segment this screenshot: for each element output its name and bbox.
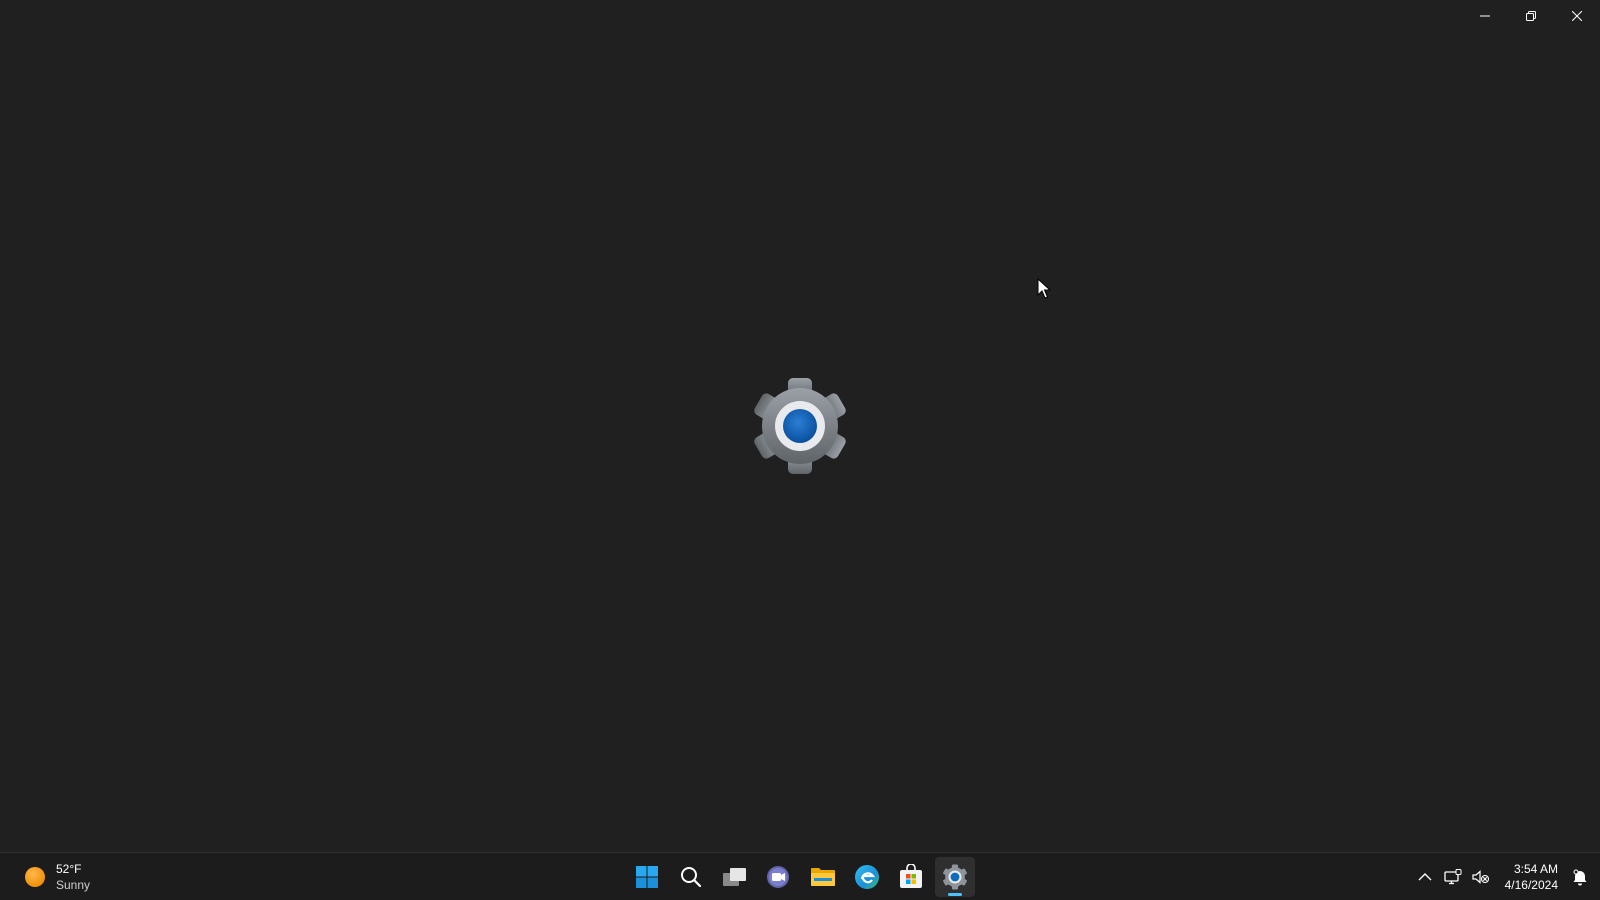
volume-button[interactable]: [1469, 865, 1493, 889]
close-icon: [1572, 11, 1582, 21]
store-button[interactable]: [891, 857, 931, 897]
task-view-icon: [723, 868, 746, 886]
restore-button[interactable]: [1508, 0, 1554, 32]
search-icon: [681, 867, 702, 888]
minimize-icon: [1480, 15, 1490, 17]
notification-bell-icon: [1573, 869, 1587, 886]
edge-icon: [855, 865, 879, 889]
task-view-button[interactable]: [715, 857, 755, 897]
edge-button[interactable]: [847, 857, 887, 897]
sun-icon: [25, 867, 45, 887]
caption-buttons: [1462, 0, 1600, 32]
windows-start-icon: [636, 866, 658, 888]
restore-icon: [1526, 11, 1536, 21]
search-button[interactable]: [671, 857, 711, 897]
clock-date: 4/16/2024: [1504, 878, 1558, 892]
settings-splash-icon: [750, 376, 850, 476]
taskbar: 52°F Sunny 3:54 AM 4/16/2024: [0, 852, 1600, 900]
settings-gear-icon: [943, 864, 967, 890]
weather-temperature: 52°F: [56, 862, 82, 876]
system-tray: 3:54 AM 4/16/2024: [1413, 857, 1592, 897]
folder-icon: [811, 868, 835, 886]
minimize-button[interactable]: [1462, 0, 1508, 32]
settings-taskbar-button[interactable]: [935, 857, 975, 897]
file-explorer-button[interactable]: [803, 857, 843, 897]
taskbar-apps: [627, 857, 975, 897]
volume-muted-icon: [1472, 870, 1489, 884]
notifications-button[interactable]: [1568, 865, 1592, 889]
weather-widget[interactable]: 52°F Sunny: [18, 859, 96, 895]
store-icon: [900, 864, 922, 888]
weather-condition: Sunny: [56, 878, 91, 892]
network-icon: [1443, 869, 1462, 885]
active-app-indicator: [948, 893, 962, 896]
close-button[interactable]: [1554, 0, 1600, 32]
settings-window: [0, 0, 1600, 852]
chevron-up-icon: [1418, 873, 1432, 881]
clock-time: 3:54 AM: [1513, 862, 1558, 876]
chat-button[interactable]: [759, 857, 799, 897]
show-hidden-icons-button[interactable]: [1413, 865, 1437, 889]
clock[interactable]: 3:54 AM 4/16/2024: [1497, 861, 1564, 893]
mouse-cursor-icon: [1037, 277, 1052, 300]
network-button[interactable]: [1441, 865, 1465, 889]
chat-icon: [767, 866, 789, 888]
settings-gear-icon: [754, 378, 846, 474]
start-button[interactable]: [627, 857, 667, 897]
